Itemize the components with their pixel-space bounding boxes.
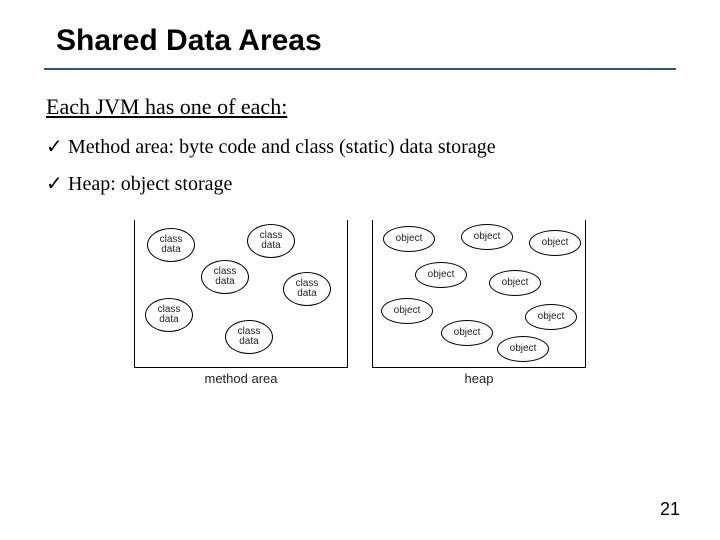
bullet-text: Method area: byte code and class (static… [68, 136, 496, 159]
method-area-box: classdata classdata classdata classdata … [134, 220, 348, 368]
object-blob: object [489, 270, 541, 296]
slide: Shared Data Areas Each JVM has one of ea… [0, 0, 720, 386]
list-item: ✓ Method area: byte code and class (stat… [46, 134, 676, 159]
class-data-blob: classdata [147, 228, 195, 262]
object-blob: object [525, 304, 577, 330]
method-area-label: method area [134, 371, 348, 386]
class-data-blob: classdata [283, 272, 331, 306]
object-blob: object [497, 336, 549, 362]
class-data-blob: classdata [145, 298, 193, 332]
object-blob: object [383, 226, 435, 252]
list-item: ✓ Heap: object storage [46, 171, 676, 196]
object-blob: object [415, 262, 467, 288]
method-area-panel: classdata classdata classdata classdata … [134, 220, 348, 386]
object-blob: object [381, 298, 433, 324]
class-data-blob: classdata [201, 260, 249, 294]
object-blob: object [461, 224, 513, 250]
diagram: classdata classdata classdata classdata … [44, 220, 676, 386]
bullet-text: Heap: object storage [68, 173, 232, 196]
heap-panel: object object object object object objec… [372, 220, 586, 386]
slide-subhead: Each JVM has one of each: [46, 94, 676, 120]
slide-title: Shared Data Areas [44, 20, 676, 70]
page-number: 21 [660, 499, 680, 520]
bullet-list: ✓ Method area: byte code and class (stat… [46, 134, 676, 196]
heap-label: heap [372, 371, 586, 386]
object-blob: object [441, 320, 493, 346]
class-data-blob: classdata [247, 224, 295, 258]
class-data-blob: classdata [225, 320, 273, 354]
check-icon: ✓ [46, 134, 68, 159]
heap-box: object object object object object objec… [372, 220, 586, 368]
check-icon: ✓ [46, 171, 68, 196]
object-blob: object [529, 230, 581, 256]
